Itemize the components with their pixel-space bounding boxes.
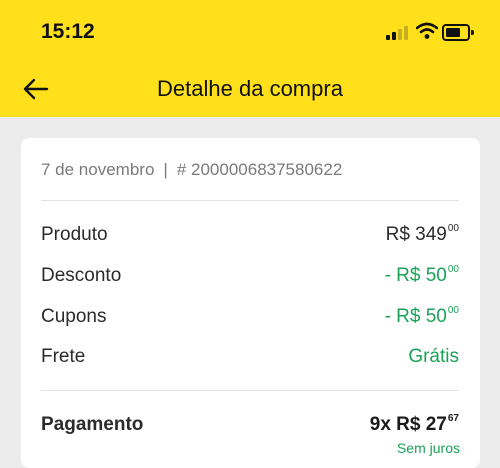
battery-icon [442, 24, 474, 41]
payment-row: Pagamento 9x R$ 2767 [41, 412, 459, 442]
row-value: Grátis [408, 346, 459, 367]
interest-free-note: Sem juros [396, 440, 460, 456]
wifi-icon [416, 22, 438, 39]
summary-row-discount: Desconto - R$ 5000 [41, 263, 459, 293]
summary-row-coupons: Cupons - R$ 5000 [41, 304, 459, 334]
meta-separator: | [163, 160, 168, 179]
summary-row-shipping: Frete Grátis [41, 344, 459, 374]
purchase-detail-card: 7 de novembro | # 2000006837580622 Produto… [21, 138, 480, 468]
row-label: Cupons [41, 306, 107, 327]
row-label: Frete [41, 346, 86, 367]
divider [41, 390, 459, 391]
order-id: # 2000006837580622 [176, 160, 343, 179]
status-time: 15:12 [41, 20, 95, 43]
row-value: R$ 34900 [385, 223, 459, 245]
row-value: - R$ 5000 [384, 305, 459, 327]
payment-label: Pagamento [41, 414, 144, 435]
page-title: Detalhe da compra [157, 76, 343, 101]
order-meta: 7 de novembro | # 2000006837580622 [41, 160, 342, 180]
payment-installments: 9x R$ 2767 [369, 413, 459, 435]
signal-icon [386, 24, 408, 40]
divider [41, 200, 459, 201]
order-date: 7 de novembro [41, 160, 155, 179]
app-header: 15:12 Detalhe da compra [0, 0, 500, 117]
row-label: Desconto [41, 265, 122, 286]
row-label: Produto [41, 224, 108, 245]
row-value: - R$ 5000 [384, 264, 459, 286]
summary-row-product: Produto R$ 34900 [41, 222, 459, 252]
